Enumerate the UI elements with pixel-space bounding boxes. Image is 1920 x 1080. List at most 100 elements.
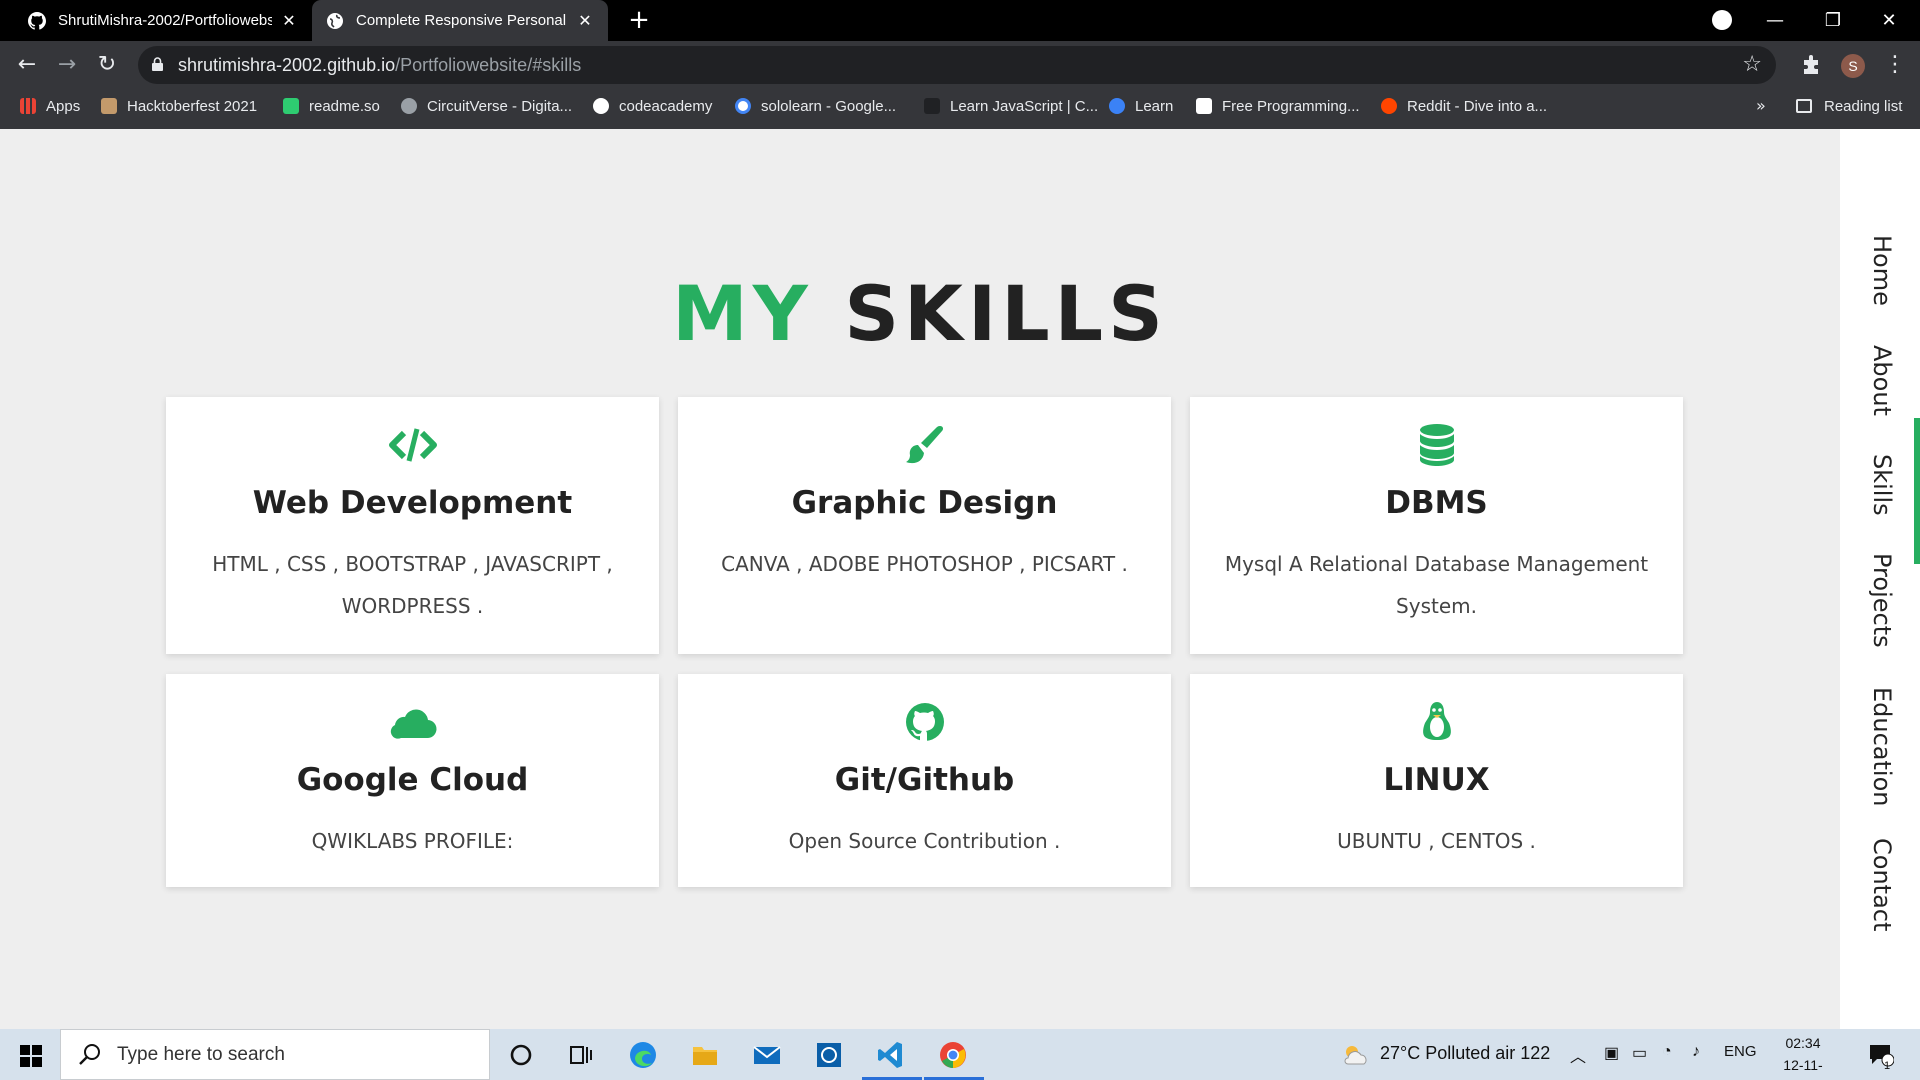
file-explorer-icon[interactable] — [690, 1040, 720, 1070]
bookmark-circuitverse[interactable]: CircuitVerse - Digita... — [401, 89, 572, 123]
skill-title: Git/Github — [834, 762, 1015, 798]
close-window-icon[interactable]: ✕ — [1866, 0, 1912, 41]
skill-card: DBMS Mysql A Relational Database Managem… — [1190, 397, 1683, 654]
weather-icon[interactable] — [1340, 1040, 1370, 1070]
url-host: shrutimishra-2002.github.io — [178, 55, 396, 75]
tab-search-icon[interactable] — [1712, 10, 1732, 30]
new-tab-button[interactable]: + — [624, 6, 654, 36]
skill-title: Google Cloud — [296, 762, 529, 798]
page-title: MY SKILLS — [0, 269, 1840, 358]
cloud-icon — [390, 709, 437, 739]
bookmark-star-icon[interactable]: ☆ — [1742, 52, 1762, 77]
bookmark-hacktoberfest[interactable]: Hacktoberfest 2021 — [101, 89, 257, 123]
minimize-icon[interactable]: — — [1752, 0, 1798, 41]
battery-icon[interactable]: ▭ — [1632, 1043, 1647, 1063]
tab-title: Complete Responsive Personal Portfolio — [356, 12, 568, 29]
mail-icon[interactable] — [752, 1040, 782, 1070]
cortana-icon[interactable] — [506, 1040, 536, 1070]
bookmark-label: Learn JavaScript | C... — [950, 97, 1099, 115]
bookmark-label: Reddit - Dive into a... — [1407, 97, 1548, 115]
wifi-icon[interactable]: ◔ — [1662, 1043, 1672, 1061]
globe-favicon-icon — [326, 12, 344, 30]
nav-home[interactable]: Home — [1866, 235, 1896, 306]
google-icon — [735, 98, 751, 114]
address-bar[interactable]: shrutimishra-2002.github.io/Portfolioweb… — [138, 46, 1776, 84]
browser-menu-icon[interactable]: ⋮ — [1884, 52, 1906, 77]
bookmark-learn-javascript[interactable]: Learn JavaScript | C... — [924, 89, 1098, 123]
skill-description: Open Source Contribution . — [788, 829, 1061, 853]
skill-title: LINUX — [1383, 762, 1490, 798]
bookmark-label: Learn — [1135, 97, 1174, 115]
restore-icon[interactable]: ❐ — [1810, 0, 1856, 41]
volume-icon[interactable]: ♪ — [1692, 1043, 1700, 1061]
dell-app-icon[interactable] — [814, 1040, 844, 1070]
github-icon — [905, 703, 944, 741]
bookmark-free-programming[interactable]: Free Programming... — [1196, 89, 1360, 123]
windows-taskbar: Type here to search 27°C Polluted air 12… — [0, 1029, 1920, 1080]
side-navigation: Home About Skills Projects Education Con… — [1840, 129, 1920, 1029]
bookmark-learn[interactable]: Learn — [1109, 89, 1173, 123]
skill-card: LINUX UBUNTU , CENTOS . — [1190, 674, 1683, 887]
meet-now-icon[interactable]: ▣ — [1604, 1043, 1619, 1063]
linux-icon — [1422, 702, 1451, 740]
bookmark-reddit[interactable]: Reddit - Dive into a... — [1381, 89, 1547, 123]
hacktoberfest-icon — [101, 98, 117, 114]
back-icon[interactable]: ← — [12, 50, 42, 80]
input-language[interactable]: ENG — [1724, 1043, 1757, 1060]
bookmarks-bar: Apps Hacktoberfest 2021 readme.so Circui… — [0, 89, 1920, 129]
skill-title: Web Development — [252, 485, 573, 521]
edge-icon[interactable] — [628, 1040, 658, 1070]
windows-start-icon[interactable] — [20, 1045, 42, 1067]
url-text: shrutimishra-2002.github.io/Portfolioweb… — [178, 55, 581, 76]
tab-close-icon[interactable]: ✕ — [576, 11, 594, 30]
forward-icon[interactable]: → — [52, 50, 82, 80]
github-favicon-icon — [28, 11, 46, 30]
nav-skills[interactable]: Skills — [1866, 454, 1896, 516]
vscode-icon[interactable] — [876, 1040, 906, 1070]
search-icon — [79, 1043, 100, 1065]
skill-description: HTML , CSS , BOOTSTRAP , JAVASCRIPT , WO… — [212, 552, 613, 618]
bookmarks-overflow-button[interactable]: » — [1756, 96, 1766, 115]
nav-projects[interactable]: Projects — [1866, 553, 1896, 648]
url-path: /Portfoliowebsite/#skills — [395, 55, 582, 75]
bookmark-label: CircuitVerse - Digita... — [427, 97, 573, 115]
taskbar-search-box[interactable]: Type here to search — [60, 1029, 490, 1080]
nav-education[interactable]: Education — [1866, 687, 1896, 806]
bookmark-label: readme.so — [309, 97, 380, 115]
skill-title: DBMS — [1385, 485, 1488, 521]
bookmark-sololearn[interactable]: sololearn - Google... — [735, 89, 896, 123]
bookmark-apps[interactable]: Apps — [20, 89, 80, 123]
chrome-icon[interactable] — [938, 1040, 968, 1070]
tab-portfolio[interactable]: Complete Responsive Personal Portfolio ✕ — [312, 0, 608, 41]
bookmark-readme[interactable]: readme.so — [283, 89, 380, 123]
weather-status[interactable]: 27°C Polluted air 122 — [1380, 1043, 1550, 1064]
reload-icon[interactable]: ↻ — [92, 50, 122, 80]
tab-close-icon[interactable]: ✕ — [280, 11, 298, 30]
task-view-icon[interactable] — [566, 1040, 596, 1070]
nav-contact[interactable]: Contact — [1866, 838, 1896, 931]
notification-count: 1 — [1884, 1060, 1891, 1072]
globe-icon — [593, 98, 609, 114]
clock-date: 12-11-2021 — [1783, 1057, 1823, 1080]
bookmark-label: Apps — [46, 97, 81, 115]
tab-github[interactable]: ShrutiMishra-2002/Portfoliowebsite ✕ — [14, 0, 312, 41]
code-icon — [388, 428, 437, 462]
extensions-icon[interactable] — [1800, 54, 1822, 76]
profile-avatar[interactable]: S — [1841, 54, 1865, 78]
lock-icon — [152, 57, 163, 71]
heading-accent: MY — [672, 269, 813, 358]
paint-brush-icon — [905, 426, 943, 464]
reddit-icon — [1381, 98, 1397, 114]
show-hidden-icons-icon[interactable]: ︿ — [1570, 1043, 1586, 1067]
reading-list-icon — [1796, 99, 1812, 113]
skills-section: MY SKILLS Web Development HTML , CSS , B… — [0, 129, 1840, 1029]
bookmark-codeacademy[interactable]: codeacademy — [593, 89, 712, 123]
reading-list-button[interactable]: Reading list — [1796, 89, 1902, 123]
clock-time: 02:34 — [1785, 1035, 1821, 1051]
tab-title: ShrutiMishra-2002/Portfoliowebsite — [58, 12, 272, 29]
tab-strip: ShrutiMishra-2002/Portfoliowebsite ✕ Com… — [0, 0, 1920, 41]
fcc-icon — [1196, 98, 1212, 114]
taskbar-clock[interactable]: 02:34 12-11-2021 — [1768, 1032, 1838, 1080]
apps-grid-icon — [20, 98, 36, 114]
nav-about[interactable]: About — [1866, 345, 1896, 416]
